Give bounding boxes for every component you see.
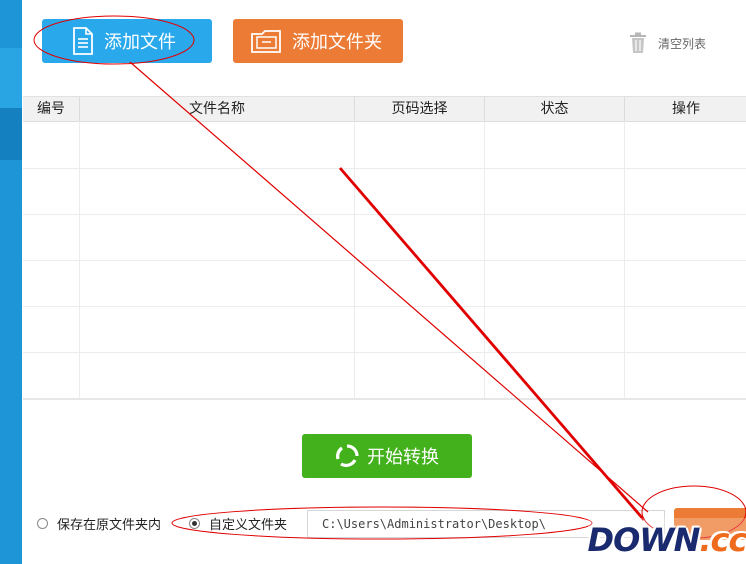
table-row [23,214,746,261]
save-original-label: 保存在原文件夹内 [57,518,162,533]
column-divider [354,121,355,399]
section-divider [23,398,746,400]
column-header-index[interactable]: 编号 [23,97,79,121]
folder-icon [250,27,282,55]
add-file-button[interactable]: 添加文件 [42,19,212,63]
column-header-filename[interactable]: 文件名称 [79,97,354,121]
watermark-text: DOWN [587,521,701,559]
clear-list-button[interactable]: 清空列表 [628,32,706,54]
start-conversion-button[interactable]: 开始转换 [302,434,472,478]
column-header-page-range[interactable]: 页码选择 [354,97,484,121]
save-original-radio[interactable] [37,518,48,529]
clear-list-label: 清空列表 [658,36,707,51]
table-row [23,306,746,353]
watermark-logo: DOWN .cc [588,518,746,562]
trash-icon [628,32,648,54]
file-table: 编号 文件名称 页码选择 状态 操作 [23,96,746,399]
table-row [23,260,746,307]
column-divider [624,121,625,399]
column-divider [79,121,80,399]
custom-folder-option[interactable]: 自定义文件夹 [189,514,287,533]
save-original-option[interactable]: 保存在原文件夹内 [37,514,161,533]
custom-folder-radio[interactable] [189,518,200,529]
left-sidebar-strip [0,0,22,564]
table-header: 编号 文件名称 页码选择 状态 操作 [23,97,746,122]
table-row [23,122,746,169]
add-folder-button[interactable]: 添加文件夹 [233,19,403,63]
column-divider [484,121,485,399]
table-row [23,352,746,398]
document-icon [72,27,94,55]
refresh-icon [335,444,359,468]
column-header-status[interactable]: 状态 [484,97,624,121]
add-file-label: 添加文件 [104,32,176,53]
column-header-actions[interactable]: 操作 [624,97,746,121]
watermark-suffix: .cc [699,521,746,559]
sidebar-segment-active [0,108,22,160]
table-row [23,168,746,215]
start-conversion-label: 开始转换 [367,447,439,468]
custom-folder-label: 自定义文件夹 [209,518,288,533]
sidebar-segment [0,48,22,108]
add-folder-label: 添加文件夹 [292,32,382,53]
